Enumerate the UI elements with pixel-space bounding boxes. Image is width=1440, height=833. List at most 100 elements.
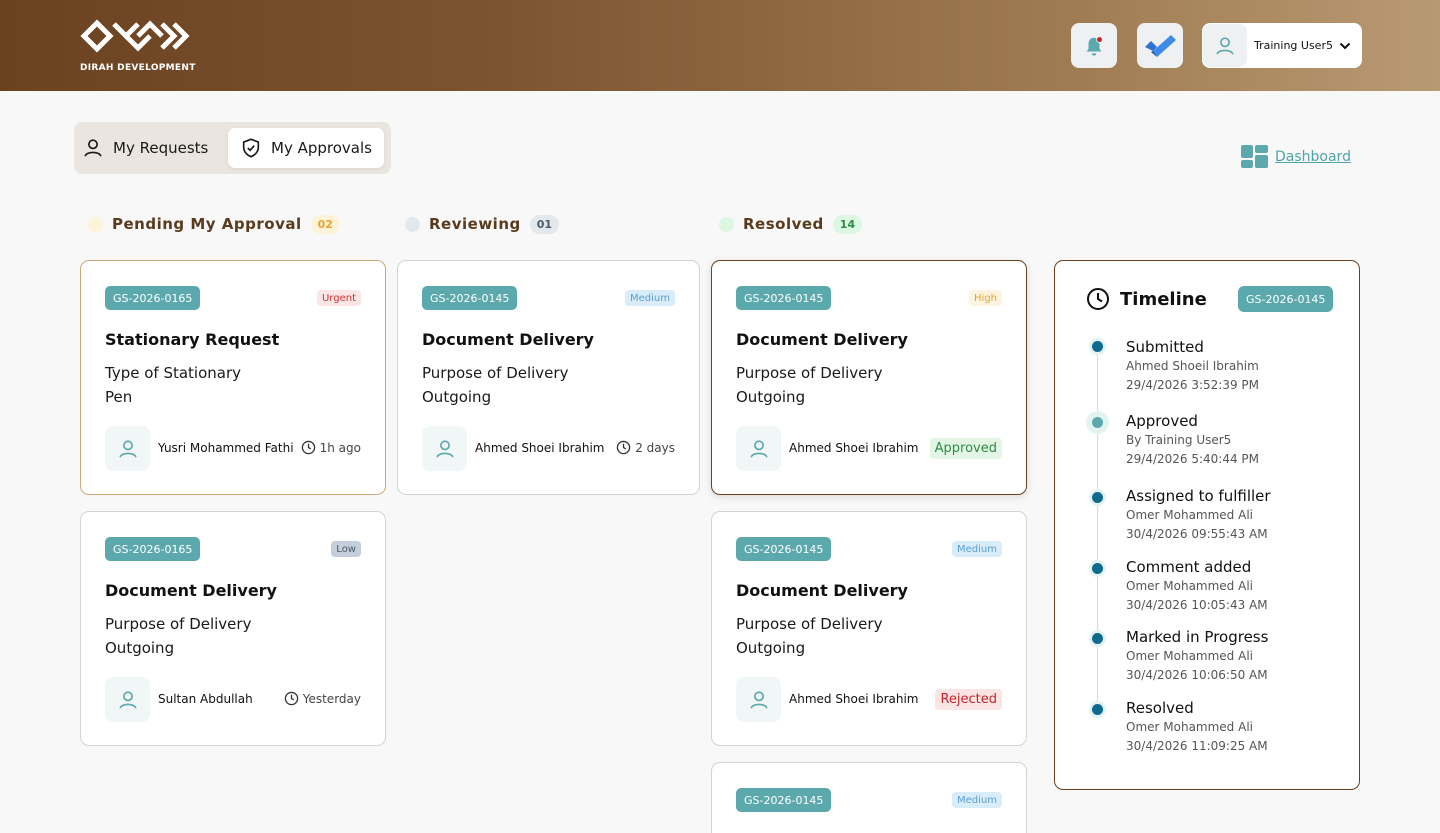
request-card[interactable]: GS-2026-0145 Medium: [711, 762, 1027, 833]
event-title: Approved: [1126, 412, 1198, 430]
user-name: Training User5: [1254, 39, 1333, 52]
timeline-dot: [1089, 338, 1106, 355]
todo-button[interactable]: [1137, 23, 1183, 68]
avatar: [736, 677, 781, 722]
user-icon: [435, 439, 454, 458]
bell-icon: [1086, 35, 1103, 56]
card-field-label: Purpose of Delivery: [422, 364, 569, 382]
timeline-line: [1097, 347, 1098, 711]
priority-badge: Medium: [625, 290, 675, 306]
count-badge: 01: [529, 214, 560, 234]
request-id-badge: GS-2026-0165: [105, 286, 201, 310]
column-title: Reviewing: [429, 215, 521, 233]
status-dot: [719, 216, 734, 232]
column-header-pending: Pending My Approval 02: [88, 212, 340, 236]
priority-badge: Medium: [952, 792, 1002, 808]
request-id-badge: GS-2026-0145: [422, 286, 518, 310]
chevron-down-icon: [1339, 42, 1351, 49]
clock-icon: [301, 440, 315, 455]
card-title: Document Delivery: [105, 581, 277, 600]
shield-check-icon: [242, 138, 260, 158]
clock-icon: [284, 691, 298, 706]
event-time: 30/4/2026 10:05:43 AM: [1126, 598, 1268, 612]
timeline-dot: [1086, 411, 1109, 434]
request-id-badge: GS-2026-0145: [736, 286, 832, 310]
event-title: Assigned to fulfiller: [1126, 487, 1271, 505]
request-id-badge: GS-2026-0145: [736, 537, 832, 561]
event-actor: Omer Mohammed Ali: [1126, 579, 1253, 593]
user-icon: [118, 439, 137, 458]
request-card[interactable]: GS-2026-0145 Medium Document Delivery Pu…: [711, 511, 1027, 746]
priority-badge: Low: [331, 541, 361, 557]
card-title: Document Delivery: [422, 330, 594, 349]
column-title: Resolved: [743, 215, 824, 233]
todo-check-icon: [1145, 34, 1176, 57]
status-badge: Approved: [929, 438, 1002, 459]
card-time: 2 days: [616, 440, 675, 455]
brand-logo-mark-icon: [80, 19, 190, 53]
avatar: [1203, 24, 1247, 67]
user-icon: [1216, 36, 1234, 55]
card-field-label: Purpose of Delivery: [736, 364, 883, 382]
request-id-badge: GS-2026-0145: [736, 788, 832, 812]
timeline-dot: [1089, 489, 1106, 506]
brand-logo[interactable]: DIRAH DEVELOPMENT: [80, 16, 195, 76]
card-field-value: Pen: [105, 388, 133, 406]
card-field-value: Outgoing: [736, 388, 806, 406]
requester-name: Sultan Abdullah: [158, 692, 253, 706]
card-field-value: Outgoing: [105, 639, 175, 657]
event-time: 29/4/2026 5:40:44 PM: [1126, 452, 1260, 466]
brand-name: DIRAH DEVELOPMENT: [80, 63, 196, 73]
card-title: Document Delivery: [736, 581, 908, 600]
request-card[interactable]: GS-2026-0165 Low Document Delivery Purpo…: [80, 511, 386, 746]
time-text: Yesterday: [302, 691, 361, 706]
timeline-dot: [1089, 701, 1106, 718]
timeline-header: Timeline: [1086, 287, 1207, 311]
event-actor: Ahmed Shoeil Ibrahim: [1126, 359, 1259, 373]
request-id-badge: GS-2026-0165: [105, 537, 201, 561]
card-field-label: Type of Stationary: [105, 364, 242, 382]
tab-my-approvals[interactable]: My Approvals: [228, 128, 384, 168]
notifications-button[interactable]: [1071, 23, 1117, 68]
dashboard-link[interactable]: Dashboard: [1240, 144, 1351, 169]
card-field-value: Outgoing: [422, 388, 492, 406]
priority-badge: High: [969, 290, 1002, 306]
event-title: Resolved: [1126, 699, 1194, 717]
user-icon: [84, 139, 102, 157]
timeline-panel: Timeline GS-2026-0145 Submitted Ahmed Sh…: [1054, 260, 1360, 790]
top-header: DIRAH DEVELOPMENT Training User5: [0, 0, 1440, 91]
user-menu-button[interactable]: Training User5: [1202, 23, 1362, 68]
event-actor: Omer Mohammed Ali: [1126, 649, 1253, 663]
column-header-reviewing: Reviewing 01: [405, 212, 560, 236]
card-field-label: Purpose of Delivery: [105, 615, 252, 633]
event-actor: Omer Mohammed Ali: [1126, 508, 1253, 522]
request-card[interactable]: GS-2026-0165 Urgent Stationary Request T…: [80, 260, 386, 495]
avatar: [736, 426, 781, 471]
event-time: 30/4/2026 11:09:25 AM: [1126, 739, 1268, 753]
requester-name: Ahmed Shoei Ibrahim: [789, 692, 919, 706]
requester-name: Ahmed Shoei Ibrahim: [789, 441, 919, 455]
status-dot: [88, 216, 103, 232]
column-header-resolved: Resolved 14: [719, 212, 863, 236]
event-title: Marked in Progress: [1126, 628, 1269, 646]
clock-icon: [616, 440, 631, 455]
count-badge: 14: [832, 214, 863, 234]
card-field-value: Outgoing: [736, 639, 806, 657]
column-title: Pending My Approval: [112, 215, 302, 233]
time-text: 1h ago: [319, 440, 361, 455]
user-icon: [749, 690, 768, 709]
tab-label: My Requests: [113, 139, 209, 157]
request-card[interactable]: GS-2026-0145 Medium Document Delivery Pu…: [397, 260, 700, 495]
status-badge: Rejected: [935, 689, 1002, 710]
status-dot: [405, 216, 420, 232]
requester-name: Ahmed Shoei Ibrahim: [475, 441, 605, 455]
request-card-selected[interactable]: GS-2026-0145 High Document Delivery Purp…: [711, 260, 1027, 495]
event-time: 30/4/2026 09:55:43 AM: [1126, 527, 1268, 541]
time-text: 2 days: [635, 440, 675, 455]
event-title: Comment added: [1126, 558, 1252, 576]
dashboard-grid-icon: [1241, 145, 1268, 168]
card-title: Document Delivery: [736, 330, 908, 349]
user-icon: [118, 690, 137, 709]
card-time: Yesterday: [284, 691, 361, 706]
tab-my-requests[interactable]: My Requests: [78, 128, 208, 168]
